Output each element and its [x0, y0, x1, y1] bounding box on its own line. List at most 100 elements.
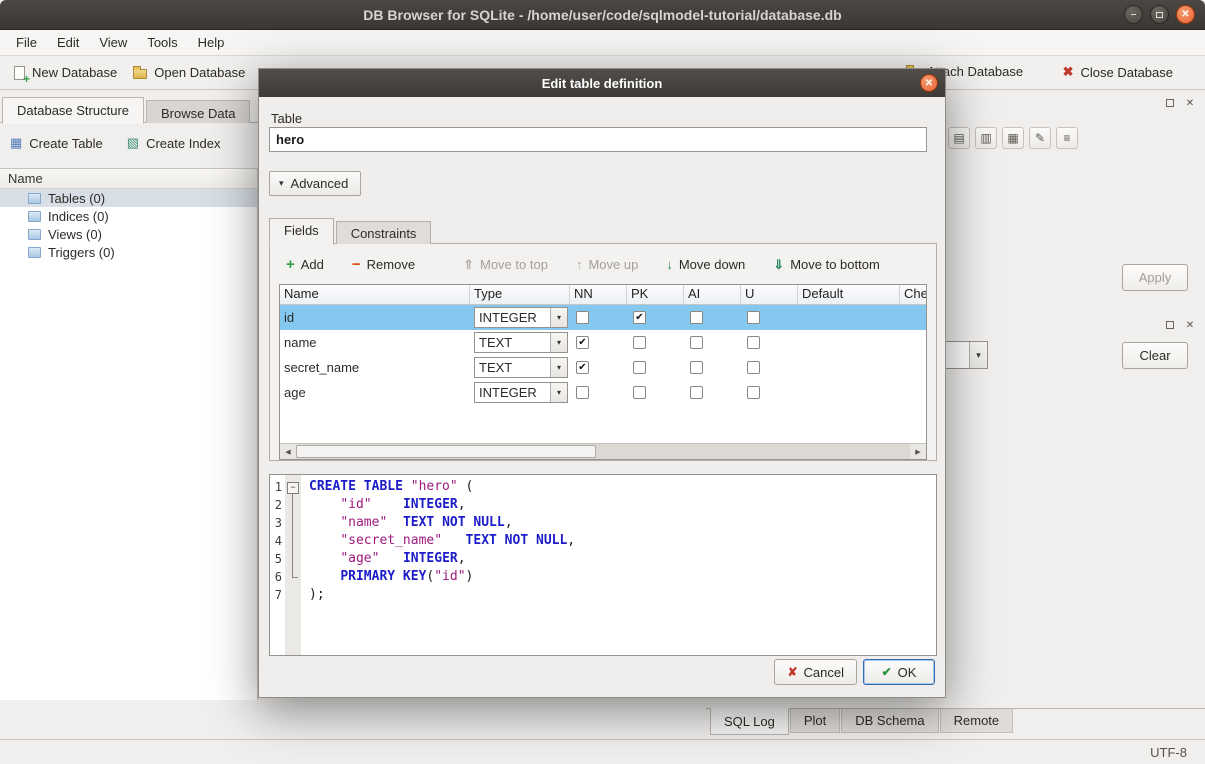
cell-toolbar-icon-3[interactable]: ▦	[1002, 127, 1024, 149]
menu-file[interactable]: File	[6, 31, 47, 54]
ai-checkbox[interactable]	[690, 336, 703, 349]
dock-close-icon[interactable]: ✕	[1183, 96, 1197, 110]
create-table-button[interactable]: ▦ Create Table	[4, 131, 109, 155]
window-titlebar[interactable]: DB Browser for SQLite - /home/user/code/…	[0, 0, 1205, 30]
minimize-button[interactable]: –	[1124, 5, 1143, 24]
default-cell[interactable]	[798, 305, 900, 330]
new-database-button[interactable]: New Database	[6, 60, 125, 85]
pk-checkbox[interactable]	[633, 386, 646, 399]
add-button[interactable]: +Add	[280, 254, 330, 275]
type-combobox[interactable]: INTEGER▾	[474, 307, 568, 328]
cell-toolbar-icon-1[interactable]: ▤	[948, 127, 970, 149]
column-header-u[interactable]: U	[741, 285, 798, 304]
nn-checkbox[interactable]: ✔	[576, 361, 589, 374]
check-cell[interactable]	[900, 305, 927, 330]
type-combobox[interactable]: TEXT▾	[474, 357, 568, 378]
advanced-toggle[interactable]: ▾ Advanced	[269, 171, 361, 196]
open-database-button[interactable]: Open Database	[125, 60, 253, 85]
menu-view[interactable]: View	[89, 31, 137, 54]
pk-checkbox[interactable]	[633, 361, 646, 374]
type-combobox[interactable]: INTEGER▾	[474, 382, 568, 403]
type-combobox[interactable]: TEXT▾	[474, 332, 568, 353]
nn-checkbox[interactable]	[576, 386, 589, 399]
move-to-bottom-button[interactable]: ⇓Move to bottom	[767, 254, 886, 275]
create-index-button[interactable]: ▧ Create Index	[121, 131, 227, 155]
dialog-close-button[interactable]: ✕	[920, 74, 938, 92]
column-header-name[interactable]: Name	[280, 285, 470, 304]
pk-checkbox[interactable]	[633, 336, 646, 349]
table-name-input[interactable]	[269, 127, 927, 152]
dialog-tab-constraints[interactable]: Constraints	[336, 221, 432, 244]
field-name-cell[interactable]: name	[280, 330, 470, 355]
fold-marker-icon[interactable]	[285, 478, 301, 496]
tree-item[interactable]: Triggers (0)	[0, 243, 257, 261]
column-header-default[interactable]: Default	[798, 285, 900, 304]
cancel-button[interactable]: ✘ Cancel	[774, 659, 857, 685]
scroll-left-icon[interactable]: ◀	[280, 444, 296, 459]
dock-close-icon[interactable]: ✕	[1183, 318, 1197, 332]
ai-checkbox[interactable]	[690, 361, 703, 374]
nn-checkbox[interactable]	[576, 311, 589, 324]
ai-checkbox[interactable]	[690, 386, 703, 399]
maximize-button[interactable]	[1150, 5, 1169, 24]
dialog-tab-fields[interactable]: Fields	[269, 218, 334, 245]
bottom-tab-remote[interactable]: Remote	[940, 709, 1014, 733]
cell-toolbar-icon-5[interactable]: ≡	[1056, 127, 1078, 149]
move-to-top-button[interactable]: ⇑Move to top	[457, 254, 554, 275]
tree-item[interactable]: Indices (0)	[0, 207, 257, 225]
field-name-cell[interactable]: secret_name	[280, 355, 470, 380]
close-button[interactable]: ✕	[1176, 5, 1195, 24]
default-cell[interactable]	[798, 380, 900, 405]
field-row[interactable]: ageINTEGER▾	[280, 380, 927, 405]
menu-edit[interactable]: Edit	[47, 31, 89, 54]
column-header-ai[interactable]: AI	[684, 285, 741, 304]
column-header-nn[interactable]: NN	[570, 285, 627, 304]
u-checkbox[interactable]	[747, 361, 760, 374]
field-name-cell[interactable]: id	[280, 305, 470, 330]
scrollbar-thumb[interactable]	[296, 445, 596, 458]
clear-button[interactable]: Clear	[1122, 342, 1188, 369]
scrollbar-track[interactable]	[296, 444, 910, 459]
menu-help[interactable]: Help	[188, 31, 235, 54]
cell-toolbar-icon-2[interactable]: ▥	[975, 127, 997, 149]
move-down-button[interactable]: ↓Move down	[660, 254, 751, 275]
column-header-pk[interactable]: PK	[627, 285, 684, 304]
dock-float-icon[interactable]	[1163, 96, 1177, 110]
apply-button[interactable]: Apply	[1122, 264, 1188, 291]
bottom-tab-sql-log[interactable]: SQL Log	[710, 708, 789, 735]
field-name-cell[interactable]: age	[280, 380, 470, 405]
nn-checkbox[interactable]: ✔	[576, 336, 589, 349]
remove-button[interactable]: −Remove	[346, 254, 421, 275]
check-cell[interactable]	[900, 355, 927, 380]
dialog-titlebar[interactable]: Edit table definition ✕	[259, 69, 945, 97]
bottom-tab-db-schema[interactable]: DB Schema	[841, 709, 938, 733]
ai-checkbox[interactable]	[690, 311, 703, 324]
field-row[interactable]: secret_nameTEXT▾ ✔	[280, 355, 927, 380]
u-checkbox[interactable]	[747, 336, 760, 349]
tab-database-structure[interactable]: Database Structure	[2, 97, 144, 124]
check-cell[interactable]	[900, 380, 927, 405]
sql-preview[interactable]: 1CREATE TABLE "hero" (2 "id" INTEGER,3 "…	[269, 474, 937, 656]
u-checkbox[interactable]	[747, 386, 760, 399]
close-database-button[interactable]: ✖ Close Database	[1055, 59, 1181, 85]
scroll-right-icon[interactable]: ▶	[910, 444, 926, 459]
move-up-button[interactable]: ↑Move up	[570, 254, 644, 275]
dock-float-icon[interactable]	[1163, 318, 1177, 332]
default-cell[interactable]	[798, 330, 900, 355]
tree-item[interactable]: Views (0)	[0, 225, 257, 243]
column-header-type[interactable]: Type	[470, 285, 570, 304]
pk-checkbox[interactable]: ✔	[633, 311, 646, 324]
field-row[interactable]: idINTEGER▾ ✔	[280, 305, 927, 330]
column-header-check[interactable]: Check	[900, 285, 927, 304]
ok-button[interactable]: ✔ OK	[863, 659, 935, 685]
bottom-tab-plot[interactable]: Plot	[790, 709, 840, 733]
tab-browse-data[interactable]: Browse Data	[146, 100, 250, 123]
cell-toolbar-icon-4[interactable]: ✎	[1029, 127, 1051, 149]
default-cell[interactable]	[798, 355, 900, 380]
tree-column-header[interactable]: Name	[0, 169, 257, 189]
check-cell[interactable]	[900, 330, 927, 355]
horizontal-scrollbar[interactable]: ◀ ▶	[280, 443, 926, 459]
tree-item[interactable]: Tables (0)	[0, 189, 257, 207]
u-checkbox[interactable]	[747, 311, 760, 324]
field-row[interactable]: nameTEXT▾ ✔	[280, 330, 927, 355]
